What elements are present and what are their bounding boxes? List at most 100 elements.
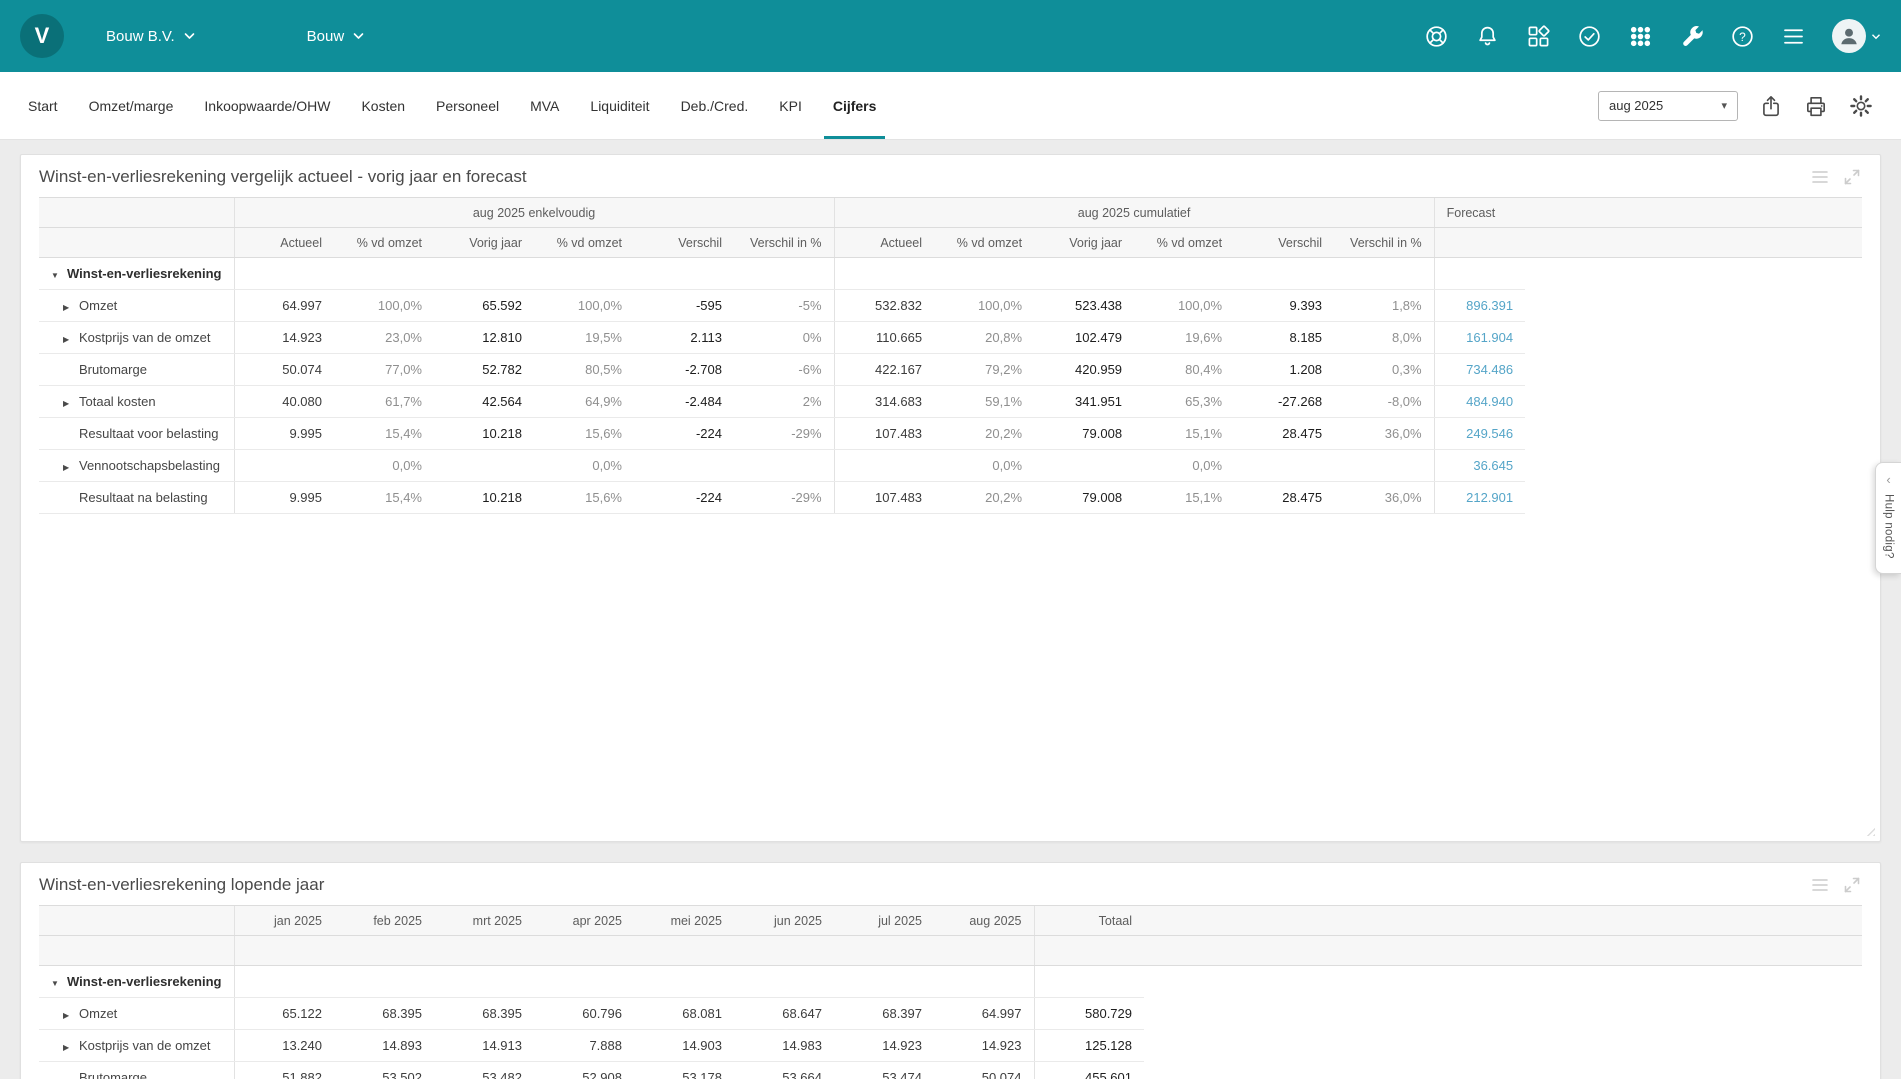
table-cell: 14.983 [734, 1029, 834, 1062]
expand-icon[interactable]: ▶ [63, 1011, 79, 1020]
table-cell: 107.483 [833, 481, 935, 514]
app-logo[interactable]: V [20, 14, 64, 58]
column-header [39, 227, 234, 258]
table-cell[interactable]: 484.940 [1433, 385, 1526, 418]
row-label: Vennootschapsbelasting [79, 458, 220, 473]
panel-menu-icon[interactable] [1810, 875, 1830, 895]
table-cell: 523.438 [1034, 289, 1135, 322]
table-cell: 107.483 [833, 417, 935, 450]
table-cell: 0,0% [1134, 449, 1235, 482]
table-cell[interactable]: 896.391 [1433, 289, 1526, 322]
tasks-check-icon[interactable] [1577, 24, 1602, 49]
help-icon[interactable]: ? [1730, 24, 1755, 49]
column-header: jul 2025 [834, 905, 934, 936]
tab-kpi[interactable]: KPI [779, 72, 802, 139]
column-header [39, 905, 234, 936]
tab-inkoopwaarde-ohw[interactable]: Inkoopwaarde/OHW [204, 72, 330, 139]
tab-liquiditeit[interactable]: Liquiditeit [590, 72, 649, 139]
panel-expand-icon[interactable] [1842, 167, 1862, 187]
header-row: jan 2025 feb 2025 mrt 2025 apr 2025 mei 2025… [39, 905, 1862, 936]
column-header: % vd omzet [334, 227, 434, 258]
table-cell [1234, 257, 1335, 290]
tab-deb-cred[interactable]: Deb./Cred. [681, 72, 749, 139]
table-cell [1034, 449, 1135, 482]
support-icon[interactable] [1424, 24, 1449, 49]
workspace-switcher[interactable]: Bouw [307, 28, 365, 45]
row-label: Resultaat voor belasting [79, 426, 219, 441]
table-cell [1144, 966, 1862, 998]
settings-gear-icon[interactable] [1849, 94, 1873, 118]
expand-icon[interactable]: ▶ [63, 303, 79, 312]
table-cell [934, 257, 1035, 290]
table-cell [934, 965, 1034, 998]
column-header: Actueel [833, 227, 935, 258]
panel-expand-icon[interactable] [1842, 875, 1862, 895]
row-label-cell: ▶ Totaal kosten [39, 385, 234, 418]
workspace-name: Bouw [306, 27, 345, 45]
table-cell[interactable]: 161.904 [1433, 321, 1526, 354]
chevron-down-icon [1872, 33, 1880, 39]
table-cell [833, 449, 935, 482]
period-value: aug 2025 [1609, 98, 1664, 113]
row-label-cell: Resultaat voor belasting [39, 417, 234, 450]
table-row: ▶ Totaal kosten 40.080 61,7% 42.564 64,9% -2.4… [39, 385, 1862, 418]
expand-icon[interactable]: ▶ [63, 399, 79, 408]
integrations-icon[interactable] [1526, 24, 1551, 49]
table-cell [634, 257, 734, 290]
table-cell [1144, 1062, 1862, 1079]
print-icon[interactable] [1804, 94, 1828, 118]
period-dropdown[interactable]: aug 2025 ▾ [1598, 90, 1738, 121]
panel-menu-icon[interactable] [1810, 167, 1830, 187]
table-cell: 15,1% [1134, 481, 1235, 514]
expand-icon[interactable]: ▶ [63, 463, 79, 472]
row-label-cell: ▶ Kostprijs van de omzet [39, 1029, 234, 1062]
menu-icon[interactable] [1781, 24, 1806, 49]
collapse-icon[interactable]: ▼ [51, 271, 67, 280]
table-cell: 10.218 [434, 417, 534, 450]
table-cell [734, 965, 834, 998]
help-side-tab[interactable]: ‹ Hulp nodig? [1875, 462, 1901, 574]
row-label-cell: Brutomarge [39, 353, 234, 386]
company-switcher[interactable]: Bouw B.V. [106, 28, 195, 45]
expand-icon[interactable]: ▶ [63, 1043, 79, 1052]
user-menu[interactable] [1832, 19, 1881, 53]
column-header: aug 2025 [934, 905, 1034, 936]
tab-personeel[interactable]: Personeel [436, 72, 499, 139]
table-row: ▶ Kostprijs van de omzet 13.240 14.893 14.91… [39, 1029, 1862, 1062]
table-cell: -6% [734, 353, 835, 386]
tab-mva[interactable]: MVA [530, 72, 559, 139]
table-cell: 7.888 [534, 1029, 634, 1062]
apps-grid-icon[interactable] [1628, 24, 1653, 49]
tab-omzet-marge[interactable]: Omzet/marge [89, 72, 174, 139]
table-cell[interactable]: 36.645 [1433, 449, 1526, 482]
column-header [39, 935, 234, 966]
notifications-icon[interactable] [1475, 24, 1500, 49]
collapse-icon[interactable]: ▼ [51, 979, 67, 988]
table-cell [233, 449, 334, 482]
table-cell[interactable]: 734.486 [1433, 353, 1526, 386]
table-cell: 1,8% [1334, 289, 1435, 322]
expand-icon[interactable]: ▶ [63, 335, 79, 344]
table-cell: 2.113 [634, 321, 734, 354]
table-cell [1525, 418, 1862, 450]
table-cell: 14.913 [434, 1029, 534, 1062]
column-header [1525, 197, 1862, 228]
table-cell [434, 965, 534, 998]
table-cell [233, 965, 334, 998]
table-cell: 102.479 [1034, 321, 1135, 354]
table-cell [1525, 450, 1862, 482]
tab-start[interactable]: Start [28, 72, 58, 139]
table-cell [1525, 482, 1862, 514]
row-label: Kostprijs van de omzet [79, 330, 211, 345]
table-cell[interactable]: 212.901 [1433, 481, 1526, 514]
table-cell[interactable]: 249.546 [1433, 417, 1526, 450]
table-cell: 341.951 [1034, 385, 1135, 418]
panel-title: Winst-en-verliesrekening lopende jaar [39, 875, 325, 894]
resize-handle-icon[interactable] [1864, 825, 1875, 836]
tab-kosten[interactable]: Kosten [361, 72, 405, 139]
tools-wrench-icon[interactable] [1679, 24, 1704, 49]
tab-cijfers[interactable]: Cijfers [823, 72, 885, 139]
table-cell: 68.395 [434, 997, 534, 1030]
export-icon[interactable] [1759, 94, 1783, 118]
column-header [834, 935, 934, 966]
